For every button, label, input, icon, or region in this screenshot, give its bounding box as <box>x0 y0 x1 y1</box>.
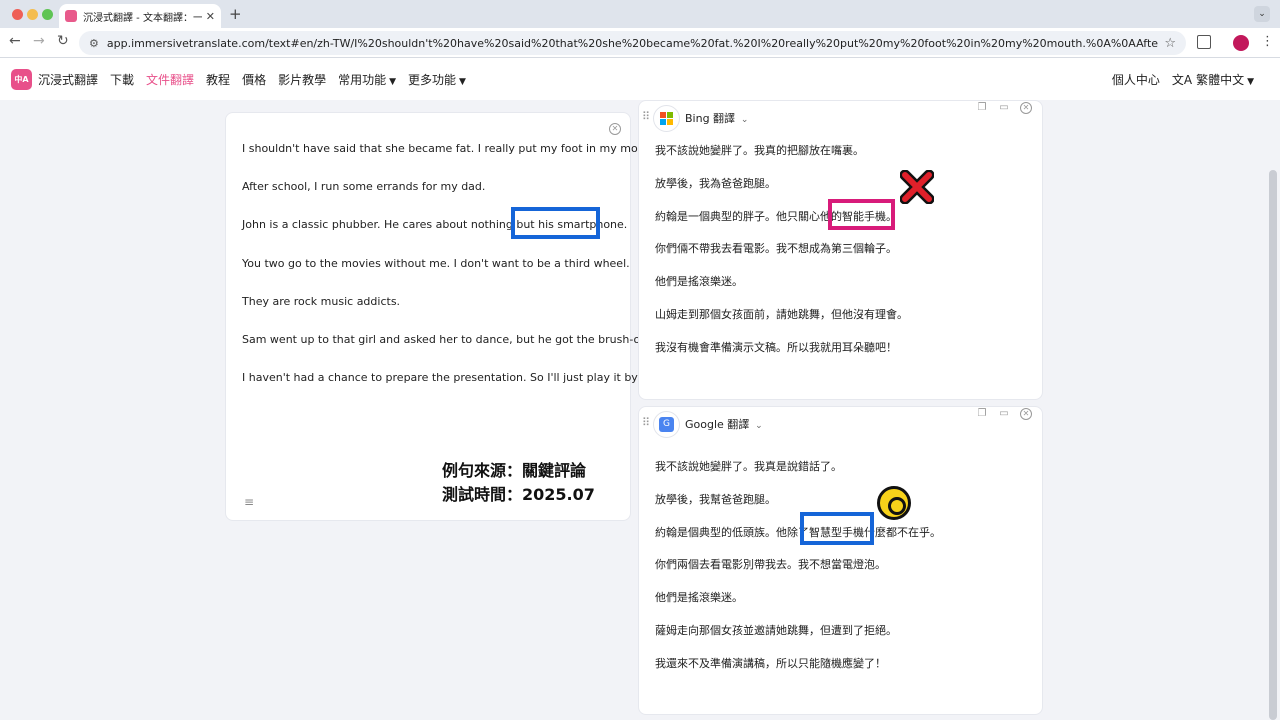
nav-common-features-label: 常用功能 <box>338 72 387 87</box>
drag-handle-icon[interactable]: ⠿ <box>642 416 650 429</box>
panel-tools: ❐ ▭ ✕ <box>976 408 1032 420</box>
source-line: I haven't had a chance to prepare the pr… <box>242 371 664 384</box>
wrong-cross-icon <box>900 170 934 204</box>
bing-line: 山姆走到那個女孩面前，請她跳舞，但他沒有理會。 <box>655 308 908 321</box>
compare-icon[interactable]: ▭ <box>998 408 1010 420</box>
nav-more-features-label: 更多功能 <box>408 72 457 87</box>
browser-tab-bar: 沉浸式翻譯 - 文本翻譯：一鍵翻... ✕ + ⌄ <box>0 0 1280 28</box>
copy-icon[interactable]: ❐ <box>976 408 988 420</box>
tab-close-icon[interactable]: ✕ <box>206 10 215 23</box>
source-line: I shouldn't have said that she became fa… <box>242 142 660 155</box>
nav-tutorial[interactable]: 教程 <box>206 71 230 88</box>
chevron-down-icon: ⌄ <box>752 421 763 431</box>
good-target-icon <box>877 486 911 520</box>
header-right: 個人中心 文A 繁體中文 ▼ <box>1100 58 1254 100</box>
url-field[interactable]: ⚙ app.immersivetranslate.com/text#en/zh-… <box>79 31 1186 55</box>
nav-download[interactable]: 下載 <box>110 71 134 88</box>
bing-line: 你們倆不帶我去看電影。我不想成為第三個輪子。 <box>655 242 897 255</box>
highlight-box-bing <box>828 199 895 230</box>
copy-icon[interactable]: ❐ <box>976 102 988 114</box>
tab-favicon-icon <box>65 10 77 22</box>
engine-name: Google 翻譯 <box>685 418 750 431</box>
chevron-down-icon: ⌄ <box>738 115 749 125</box>
language-select-label: 繁體中文 <box>1196 72 1245 87</box>
caret-down-icon: ▼ <box>389 76 397 87</box>
back-arrow-icon[interactable]: ← <box>9 33 21 49</box>
brand-logo[interactable]: 中A <box>11 68 32 90</box>
google-translate-logo-icon: G <box>653 411 680 438</box>
language-icon: 文A <box>1171 72 1193 87</box>
google-line: 薩姆走向那個女孩並邀請她跳舞，但遭到了拒絕。 <box>655 624 897 637</box>
bing-line: 放學後，我為爸爸跑腿。 <box>655 177 776 190</box>
drag-handle-icon[interactable]: ⠿ <box>642 110 650 123</box>
bing-translation-panel: ⠿ Bing 翻譯 ⌄ ❐ ▭ ✕ 我不該說她變胖了。我真的把腳放在嘴裏。 放學… <box>638 100 1043 400</box>
bing-line: 我沒有機會準備演示文稿。所以我就用耳朵聽吧！ <box>655 341 897 354</box>
browser-tab[interactable]: 沉浸式翻譯 - 文本翻譯：一鍵翻... ✕ <box>59 4 221 28</box>
caret-down-icon: ▼ <box>459 76 466 87</box>
tab-search-icon[interactable]: ⌄ <box>1254 6 1270 22</box>
tab-title: 沉浸式翻譯 - 文本翻譯：一鍵翻... <box>83 12 202 24</box>
compare-icon[interactable]: ▭ <box>998 102 1010 114</box>
language-select[interactable]: 繁體中文 ▼ <box>1196 71 1254 88</box>
nav-common-features[interactable]: 常用功能 ▼ <box>338 71 396 88</box>
clear-text-icon[interactable]: ✕ <box>609 123 621 135</box>
bing-line: 他們是搖滾樂迷。 <box>655 275 743 288</box>
extensions-icon[interactable] <box>1197 35 1211 49</box>
close-panel-icon[interactable]: ✕ <box>1020 102 1032 114</box>
nav-document-translation[interactable]: 文件翻譯 <box>146 71 194 88</box>
browser-menu-icon[interactable]: ⋮ <box>1261 34 1274 49</box>
source-line: You two go to the movies without me. I d… <box>242 257 630 270</box>
google-line: 我還來不及準備演講稿，所以只能隨機應變了！ <box>655 657 886 670</box>
nav-user-center[interactable]: 個人中心 <box>1112 71 1160 88</box>
source-line: They are rock music addicts. <box>242 295 401 308</box>
close-panel-icon[interactable]: ✕ <box>1020 408 1032 420</box>
google-line: 你們兩個去看電影別帶我去。我不想當電燈泡。 <box>655 558 886 571</box>
close-window-button[interactable] <box>12 9 23 20</box>
microsoft-logo-icon <box>653 105 680 132</box>
text-wrap-icon[interactable]: ≡ <box>244 495 254 509</box>
nav-more-features[interactable]: 更多功能 ▼ <box>408 71 466 88</box>
profile-avatar[interactable] <box>1233 35 1249 51</box>
google-line: 放學後，我幫爸爸跑腿。 <box>655 493 776 506</box>
test-date: 測試時間：2025.07 <box>442 485 595 504</box>
minimize-window-button[interactable] <box>27 9 38 20</box>
reload-icon[interactable]: ↻ <box>57 33 69 49</box>
source-line: Sam went up to that girl and asked her t… <box>242 333 652 346</box>
new-tab-icon[interactable]: + <box>229 5 242 23</box>
google-line: 他們是搖滾樂迷。 <box>655 591 743 604</box>
caret-down-icon: ▼ <box>1247 76 1254 87</box>
forward-arrow-icon[interactable]: → <box>33 33 45 49</box>
source-line: After school, I run some errands for my … <box>242 180 486 193</box>
nav-video-tutorial[interactable]: 影片教學 <box>278 71 326 88</box>
site-settings-icon[interactable]: ⚙ <box>89 37 99 50</box>
engine-select-google[interactable]: Google 翻譯 ⌄ <box>685 416 763 432</box>
google-translation-panel: ⠿ G Google 翻譯 ⌄ ❐ ▭ ✕ 我不該說她變胖了。我真是說錯話了。 … <box>638 406 1043 715</box>
maximize-window-button[interactable] <box>42 9 53 20</box>
google-line: 約翰是個典型的低頭族。他除了智慧型手機什麼都不在乎。 <box>655 526 941 539</box>
nav-pricing[interactable]: 價格 <box>242 71 266 88</box>
url-text[interactable]: app.immersivetranslate.com/text#en/zh-TW… <box>107 37 1158 50</box>
page-scrollbar[interactable] <box>1269 170 1277 720</box>
highlight-box-source <box>511 207 600 239</box>
google-line: 我不該說她變胖了。我真是說錯話了。 <box>655 460 842 473</box>
bing-line: 我不該說她變胖了。我真的把腳放在嘴裏。 <box>655 144 864 157</box>
engine-select-bing[interactable]: Bing 翻譯 ⌄ <box>685 110 748 126</box>
address-bar-row: ← → ↻ ⚙ app.immersivetranslate.com/text#… <box>0 28 1280 58</box>
brand-name[interactable]: 沉浸式翻譯 <box>38 71 98 88</box>
highlight-box-google <box>800 512 874 545</box>
bookmark-star-icon[interactable]: ☆ <box>1164 36 1176 51</box>
panel-tools: ❐ ▭ ✕ <box>976 102 1032 114</box>
engine-name: Bing 翻譯 <box>685 112 736 125</box>
site-header: 中A 沉浸式翻譯 下載 文件翻譯 教程 價格 影片教學 常用功能 ▼ 更多功能 ▼ … <box>0 58 1280 100</box>
source-attribution: 例句來源：關鍵評論 <box>442 461 587 480</box>
source-text-panel[interactable]: ✕ I shouldn't have said that she became … <box>225 112 664 521</box>
